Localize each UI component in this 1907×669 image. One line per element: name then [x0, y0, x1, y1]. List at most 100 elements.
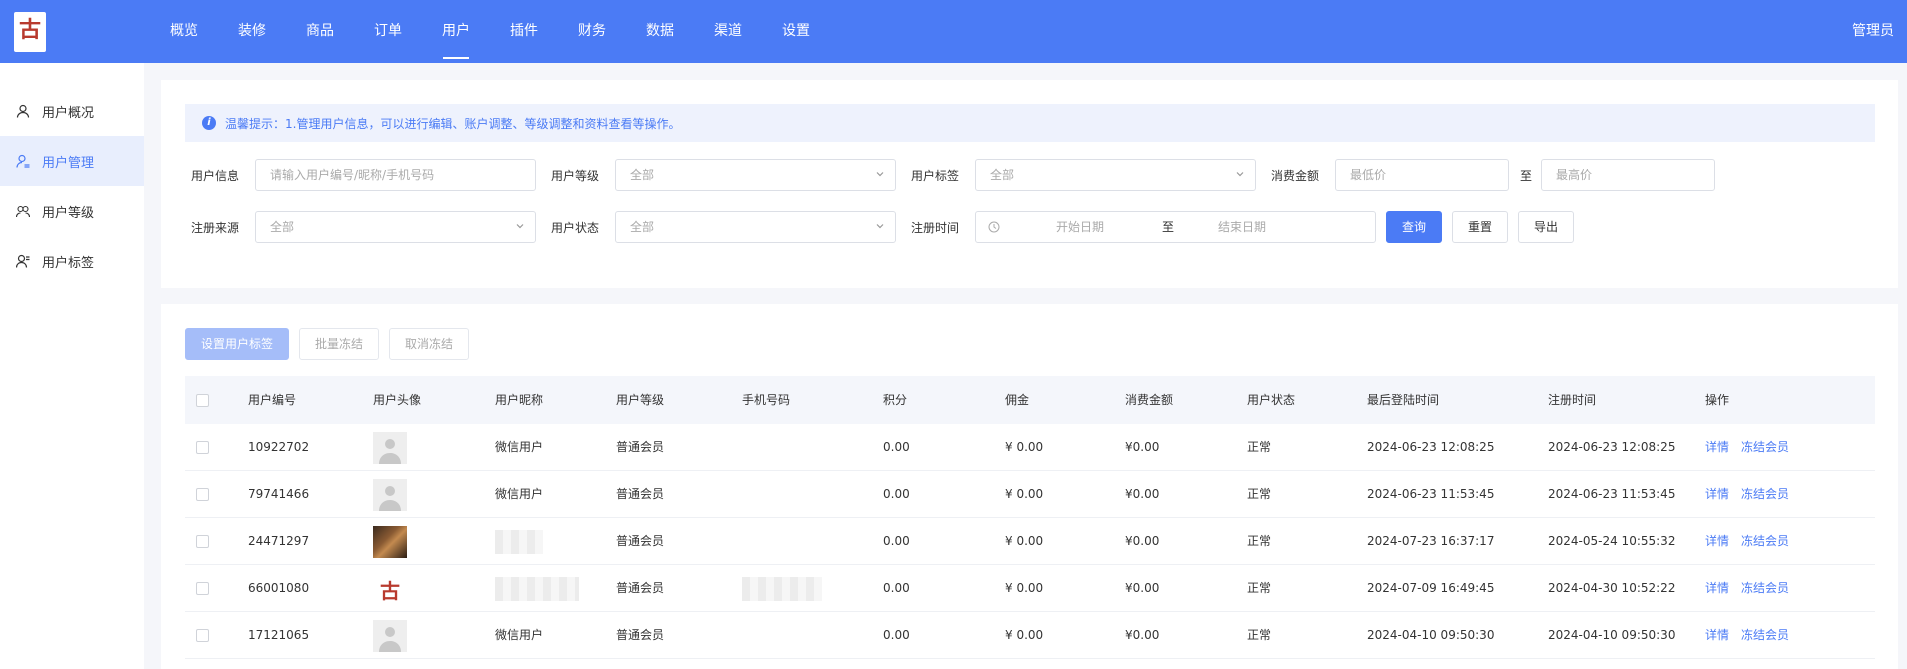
column-header: 用户头像 [373, 393, 422, 407]
nickname: 微信用户 [495, 487, 544, 501]
last-login-time: 2024-04-10 09:50:30 [1367, 628, 1495, 642]
column-header: 用户编号 [248, 393, 297, 407]
detail-link[interactable]: 详情 [1705, 518, 1729, 565]
reset-button[interactable]: 重置 [1452, 211, 1508, 243]
reg-date-range-picker[interactable]: 开始日期 至 结束日期 [975, 211, 1376, 243]
main-nav: 概览 装修 商品 订单 用户 插件 财务 数据 渠道 设置 [150, 0, 830, 63]
detail-link[interactable]: 详情 [1705, 565, 1729, 612]
set-user-tag-button[interactable]: 设置用户标签 [185, 328, 289, 360]
user-tag-select[interactable]: 全部 [975, 159, 1256, 191]
avatar: 古 [373, 573, 407, 605]
table-row: 17121065 微信用户 普通会员 0.00 ¥ 0.00 ¥0.00 正常 2024-04… [185, 612, 1875, 659]
commission: ¥ 0.00 [1005, 487, 1044, 501]
chevron-down-icon [876, 224, 884, 229]
avatar [373, 432, 407, 464]
freeze-member-link[interactable]: 冻结会员 [1741, 612, 1789, 659]
nav-item-9[interactable]: 设置 [762, 0, 830, 63]
user-manage-icon [16, 154, 30, 168]
spent-amount: ¥0.00 [1125, 534, 1160, 548]
end-date-input[interactable]: 结束日期 [1218, 212, 1266, 242]
start-date-input[interactable]: 开始日期 [1056, 212, 1104, 242]
last-login-time: 2024-06-23 11:53:45 [1367, 487, 1495, 501]
user-level: 普通会员 [616, 487, 665, 501]
date-to-separator: 至 [1162, 220, 1175, 234]
user-id: 17121065 [248, 628, 310, 642]
detail-link[interactable]: 详情 [1705, 612, 1729, 659]
batch-freeze-button[interactable]: 批量冻结 [299, 328, 379, 360]
info-icon: i [202, 116, 216, 130]
amount-label: 消费金额 [1271, 169, 1320, 183]
nickname-redacted [495, 530, 543, 554]
user-id: 10922702 [248, 440, 310, 454]
amount-max-input[interactable] [1541, 159, 1715, 191]
nav-item-8[interactable]: 渠道 [694, 0, 762, 63]
user-status-select[interactable]: 全部 [615, 211, 896, 243]
column-header: 消费金额 [1125, 393, 1174, 407]
row-checkbox[interactable] [196, 535, 209, 548]
nav-item-2[interactable]: 商品 [286, 0, 354, 63]
freeze-member-link[interactable]: 冻结会员 [1741, 565, 1789, 612]
select-all-checkbox[interactable] [196, 394, 209, 407]
export-button[interactable]: 导出 [1518, 211, 1574, 243]
user-level: 普通会员 [616, 628, 665, 642]
user-id: 66001080 [248, 581, 310, 595]
query-button[interactable]: 查询 [1386, 211, 1442, 243]
commission: ¥ 0.00 [1005, 581, 1044, 595]
commission: ¥ 0.00 [1005, 440, 1044, 454]
row-checkbox[interactable] [196, 441, 209, 454]
detail-link[interactable]: 详情 [1705, 424, 1729, 471]
sidebar-item-user-tag[interactable]: 用户标签 [0, 236, 144, 286]
user-level: 普通会员 [616, 581, 665, 595]
column-header: 积分 [883, 393, 908, 407]
chevron-down-icon [1236, 172, 1244, 177]
register-time: 2024-06-23 11:53:45 [1548, 487, 1676, 501]
top-navbar: 古 概览 装修 商品 订单 用户 插件 财务 数据 渠道 设置 管理员 [0, 0, 1907, 63]
nav-item-3[interactable]: 订单 [354, 0, 422, 63]
user-id: 79741466 [248, 487, 310, 501]
sidebar-item-label: 用户标签 [42, 255, 95, 271]
brand-logo[interactable]: 古 [14, 12, 46, 52]
row-checkbox[interactable] [196, 488, 209, 501]
nickname: 微信用户 [495, 628, 544, 642]
spent-amount: ¥0.00 [1125, 440, 1160, 454]
sidebar-item-user-level[interactable]: 用户等级 [0, 186, 144, 236]
user-level-select[interactable]: 全部 [615, 159, 896, 191]
commission: ¥ 0.00 [1005, 534, 1044, 548]
user-tag-label: 用户标签 [911, 169, 960, 183]
nickname-redacted [495, 577, 579, 601]
row-checkbox[interactable] [196, 629, 209, 642]
column-header: 佣金 [1005, 393, 1030, 407]
row-checkbox[interactable] [196, 582, 209, 595]
user-tag-icon [16, 254, 30, 268]
nav-item-0[interactable]: 概览 [150, 0, 218, 63]
cancel-freeze-button[interactable]: 取消冻结 [389, 328, 469, 360]
amount-min-input[interactable] [1335, 159, 1509, 191]
freeze-member-link[interactable]: 冻结会员 [1741, 471, 1789, 518]
detail-link[interactable]: 详情 [1705, 471, 1729, 518]
nav-item-7[interactable]: 数据 [626, 0, 694, 63]
register-time: 2024-05-24 10:55:32 [1548, 534, 1676, 548]
user-level-label: 用户等级 [551, 169, 600, 183]
nav-item-5[interactable]: 插件 [490, 0, 558, 63]
sidebar-item-label: 用户等级 [42, 205, 95, 221]
nav-item-4[interactable]: 用户 [422, 0, 490, 63]
nav-item-6[interactable]: 财务 [558, 0, 626, 63]
user-info-input[interactable] [255, 159, 536, 191]
nav-item-1[interactable]: 装修 [218, 0, 286, 63]
user-level: 普通会员 [616, 534, 665, 548]
admin-user-menu[interactable]: 管理员 [1852, 0, 1894, 63]
reg-time-label: 注册时间 [911, 221, 960, 235]
phone-redacted [742, 577, 822, 601]
freeze-member-link[interactable]: 冻结会员 [1741, 518, 1789, 565]
reg-source-value: 全部 [270, 220, 295, 234]
user-status-label: 用户状态 [551, 221, 600, 235]
table-row: 24471297 普通会员 0.00 ¥ 0.00 ¥0.00 正常 2024-07-23 … [185, 518, 1875, 565]
sidebar-item-user-manage[interactable]: 用户管理 [0, 136, 144, 186]
user-status: 正常 [1247, 628, 1272, 642]
freeze-member-link[interactable]: 冻结会员 [1741, 424, 1789, 471]
reg-source-select[interactable]: 全部 [255, 211, 536, 243]
sidebar-item-user-overview[interactable]: 用户概况 [0, 86, 144, 136]
points: 0.00 [883, 534, 910, 548]
user-info-label: 用户信息 [191, 169, 240, 183]
column-header: 用户昵称 [495, 393, 544, 407]
